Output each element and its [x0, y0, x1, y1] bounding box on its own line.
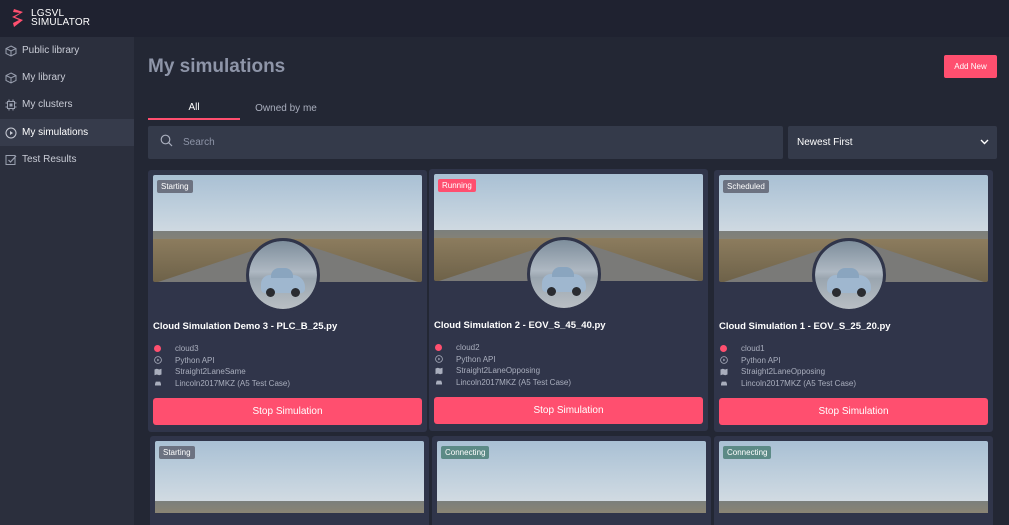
- search-input[interactable]: [183, 137, 743, 148]
- sidebar-item-test-results[interactable]: Test Results: [0, 146, 134, 173]
- simulation-meta: cloud1 Python API Straight2LaneOpposing …: [719, 343, 856, 389]
- chevron-down-icon: [980, 137, 989, 148]
- sidebar-item-label: My library: [22, 72, 66, 83]
- simulation-title: Cloud Simulation 1 - EOV_S_25_20.py: [719, 321, 891, 332]
- page-title: My simulations: [148, 56, 286, 77]
- play-circle-icon: [153, 356, 162, 365]
- status-badge: Starting: [159, 446, 195, 459]
- sidebar-item-my-simulations[interactable]: My simulations: [0, 119, 134, 146]
- map-icon: [719, 367, 728, 376]
- map-icon: [434, 366, 443, 375]
- car-icon: [434, 378, 443, 387]
- sidebar: Public library My library My clusters My…: [0, 37, 134, 525]
- cube-icon: [5, 71, 17, 84]
- sidebar-item-label: Test Results: [22, 154, 77, 165]
- stop-simulation-button[interactable]: Stop Simulation: [434, 397, 703, 424]
- simulation-card[interactable]: Running Cloud Simulation 2 - EOV_S_45_40…: [429, 169, 708, 431]
- simulation-title: Cloud Simulation 2 - EOV_S_45_40.py: [434, 320, 606, 331]
- api-type: Python API: [175, 355, 215, 365]
- simulation-card[interactable]: Connecting: [714, 436, 993, 525]
- simulation-card[interactable]: Starting Cloud Simulation Demo 3 - PLC_B…: [148, 170, 427, 432]
- map-icon: [153, 367, 162, 376]
- tab-all[interactable]: All: [148, 97, 240, 120]
- cluster-name: cloud1: [741, 344, 765, 353]
- vehicle-name: Lincoln2017MKZ (A5 Test Case): [456, 377, 572, 387]
- app-logo[interactable]: LGSVL SIMULATOR: [11, 8, 90, 28]
- sort-select[interactable]: Newest First: [788, 126, 997, 159]
- checkbox-icon: [5, 154, 17, 166]
- simulation-meta: cloud3 Python API Straight2LaneSame Linc…: [153, 343, 290, 389]
- top-bar: LGSVL SIMULATOR: [0, 0, 1009, 37]
- stop-simulation-button[interactable]: Stop Simulation: [153, 398, 422, 425]
- status-badge: Scheduled: [723, 180, 769, 193]
- search-icon: [160, 134, 173, 152]
- cluster-name: cloud3: [175, 344, 199, 353]
- sidebar-item-label: My clusters: [22, 99, 73, 110]
- status-badge: Connecting: [441, 446, 490, 459]
- sidebar-item-label: My simulations: [22, 127, 89, 138]
- status-badge: Connecting: [723, 446, 772, 459]
- simulation-thumbnail: Connecting: [719, 441, 988, 525]
- stop-simulation-button[interactable]: Stop Simulation: [719, 398, 988, 425]
- cluster-status-dot-icon: [435, 344, 442, 352]
- cluster-status-dot-icon: [720, 345, 727, 353]
- sidebar-item-public-library[interactable]: Public library: [0, 37, 134, 64]
- status-badge: Running: [438, 179, 476, 192]
- play-circle-icon: [434, 355, 443, 364]
- status-badge: Starting: [157, 180, 193, 193]
- simulation-meta: cloud2 Python API Straight2LaneOpposing …: [434, 342, 571, 388]
- add-new-button[interactable]: Add New: [944, 55, 997, 78]
- play-circle-icon: [5, 127, 17, 139]
- vehicle-name: Lincoln2017MKZ (A5 Test Case): [175, 378, 291, 388]
- logo-text: LGSVL SIMULATOR: [31, 9, 91, 28]
- map-name: Straight2LaneOpposing: [456, 366, 541, 375]
- simulation-card[interactable]: Starting: [150, 436, 429, 525]
- api-type: Python API: [456, 354, 496, 364]
- car-icon: [719, 379, 728, 388]
- cube-outline-icon: [5, 44, 17, 57]
- vehicle-avatar: [527, 237, 601, 311]
- sidebar-item-my-clusters[interactable]: My clusters: [0, 91, 134, 118]
- tab-owned-by-me[interactable]: Owned by me: [240, 97, 332, 120]
- search-bar[interactable]: [148, 126, 783, 159]
- sort-selected-value: Newest First: [797, 137, 853, 148]
- simulation-card[interactable]: Scheduled Cloud Simulation 1 - EOV_S_25_…: [714, 170, 993, 432]
- api-type: Python API: [741, 355, 781, 365]
- simulation-title: Cloud Simulation Demo 3 - PLC_B_25.py: [153, 321, 338, 332]
- simulation-thumbnail: Connecting: [437, 441, 706, 525]
- map-name: Straight2LaneSame: [175, 367, 246, 376]
- sidebar-item-label: Public library: [22, 45, 80, 56]
- lgsvl-logo-icon: [12, 9, 23, 27]
- vehicle-avatar: [246, 238, 320, 312]
- logo-line-2: SIMULATOR: [31, 17, 91, 28]
- sidebar-item-my-library[interactable]: My library: [0, 64, 134, 91]
- simulation-card[interactable]: Connecting: [432, 436, 711, 525]
- car-icon: [153, 379, 162, 388]
- chip-icon: [5, 99, 17, 111]
- play-circle-icon: [719, 356, 728, 365]
- tabs: All Owned by me: [148, 97, 448, 121]
- cluster-name: cloud2: [456, 343, 480, 352]
- cluster-status-dot-icon: [154, 345, 161, 353]
- map-name: Straight2LaneOpposing: [741, 367, 826, 376]
- vehicle-name: Lincoln2017MKZ (A5 Test Case): [741, 378, 857, 388]
- vehicle-avatar: [812, 238, 886, 312]
- simulation-thumbnail: Starting: [155, 441, 424, 525]
